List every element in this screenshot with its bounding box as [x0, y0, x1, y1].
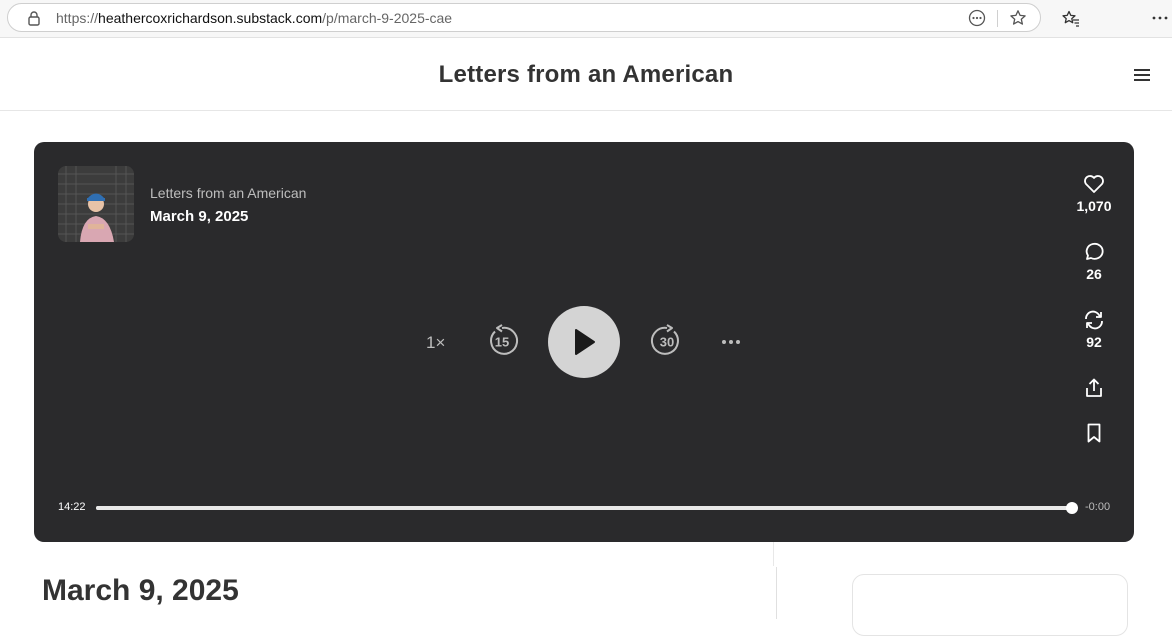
restack-count: 92: [1086, 334, 1102, 350]
bookmark-button[interactable]: [1068, 422, 1120, 444]
post-title: March 9, 2025: [42, 574, 239, 607]
more-horizontal-icon[interactable]: [1150, 9, 1170, 29]
url-host: heathercoxrichardson.substack.com: [98, 10, 323, 26]
column-divider: [776, 567, 777, 619]
url-path: /p/march-9-2025-cae: [322, 10, 453, 26]
site-title[interactable]: Letters from an American: [0, 61, 1172, 89]
show-name[interactable]: Letters from an American: [150, 185, 306, 201]
progress-handle[interactable]: [1066, 502, 1078, 514]
site-header: Letters from an American: [0, 38, 1172, 111]
comment-count: 26: [1086, 266, 1102, 282]
bookmark-icon: [1087, 423, 1101, 443]
address-divider: [997, 10, 998, 27]
remaining-time: -0:00: [1085, 501, 1111, 513]
skip-forward-button[interactable]: 30: [650, 324, 684, 358]
share-button[interactable]: [1068, 377, 1120, 399]
rewind-15-icon: 15: [490, 324, 518, 355]
podcast-cover-image: [58, 166, 134, 242]
ellipsis-icon: [722, 340, 740, 344]
restack-icon: [1085, 310, 1103, 330]
address-bar[interactable]: https://heathercoxrichardson.substack.co…: [7, 3, 1041, 32]
star-icon[interactable]: [1009, 9, 1027, 27]
skip-back-button[interactable]: 15: [485, 324, 519, 358]
browser-toolbar: https://heathercoxrichardson.substack.co…: [0, 0, 1172, 38]
comment-button[interactable]: 26: [1068, 242, 1120, 282]
audio-player: Letters from an American March 9, 2025 1…: [34, 142, 1134, 542]
share-icon: [1086, 378, 1102, 397]
lock-icon[interactable]: [26, 10, 42, 26]
elapsed-time: 14:22: [58, 501, 86, 513]
url-text[interactable]: https://heathercoxrichardson.substack.co…: [56, 10, 452, 26]
heart-icon: [1084, 175, 1104, 193]
like-count: 1,070: [1076, 198, 1112, 214]
url-prefix: https://: [56, 10, 99, 26]
comment-icon: [1085, 242, 1104, 260]
progress-fill: [96, 506, 1072, 510]
progress-bar[interactable]: [96, 502, 1078, 514]
episode-title[interactable]: March 9, 2025: [150, 208, 248, 225]
skip-forward-label: 30: [660, 335, 674, 350]
column-divider-top: [773, 542, 774, 566]
play-button[interactable]: [548, 306, 620, 378]
like-button[interactable]: 1,070: [1068, 174, 1120, 214]
favorites-icon[interactable]: [1061, 9, 1081, 29]
play-icon: [575, 329, 595, 355]
sidebar-card: [852, 574, 1128, 636]
skip-back-label: 15: [495, 335, 509, 350]
restack-button[interactable]: 92: [1068, 310, 1120, 350]
hamburger-icon[interactable]: [1132, 67, 1152, 83]
more-circle-icon[interactable]: [968, 9, 986, 27]
playback-speed-button[interactable]: 1×: [426, 333, 445, 353]
more-options-button[interactable]: [718, 332, 744, 352]
forward-30-icon: 30: [651, 324, 679, 355]
